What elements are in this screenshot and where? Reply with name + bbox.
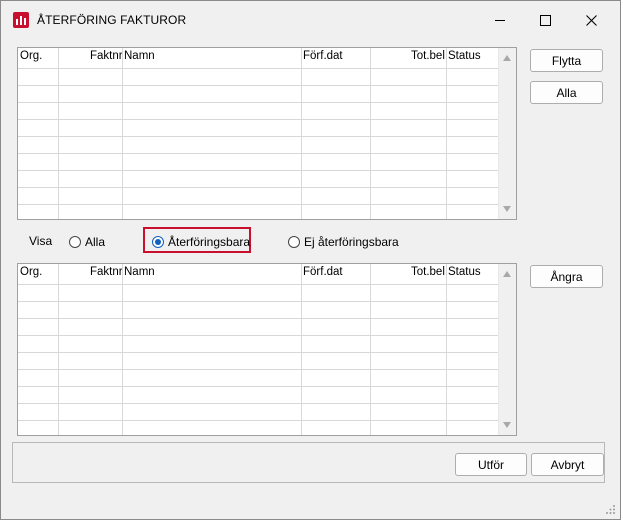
radio-aterforingsbara[interactable]: Återföringsbara xyxy=(152,235,250,249)
resize-grip-icon[interactable] xyxy=(606,505,616,515)
column-header-status[interactable]: Status xyxy=(448,50,481,62)
column-header-org[interactable]: Org. xyxy=(20,266,42,278)
column-divider xyxy=(370,48,371,219)
row-divider xyxy=(18,335,500,336)
column-divider xyxy=(370,264,371,435)
bottom-invoice-table[interactable]: Org. Faktnr Namn Förf.dat Tot.bel Status xyxy=(17,263,517,436)
filter-label: Visa xyxy=(29,234,53,248)
row-divider xyxy=(18,68,500,69)
column-header-faktnr[interactable]: Faktnr xyxy=(90,50,123,62)
column-divider xyxy=(58,48,59,219)
top-table-scrollbar[interactable] xyxy=(498,48,516,219)
row-divider xyxy=(18,85,500,86)
radio-ej-aterforingsbara-label[interactable]: Ej återföringsbara xyxy=(304,235,399,249)
close-icon[interactable] xyxy=(568,1,614,39)
column-header-org[interactable]: Org. xyxy=(20,50,42,62)
row-divider xyxy=(18,119,500,120)
column-divider xyxy=(122,264,123,435)
column-divider xyxy=(58,264,59,435)
row-divider xyxy=(18,301,500,302)
minimize-icon[interactable] xyxy=(477,1,523,39)
app-icon xyxy=(13,12,29,28)
radio-unchecked-icon[interactable] xyxy=(288,236,300,248)
maximize-icon[interactable] xyxy=(522,1,568,39)
radio-ej-aterforingsbara[interactable]: Ej återföringsbara xyxy=(288,235,399,249)
scroll-up-icon[interactable] xyxy=(503,55,511,61)
column-header-totbel[interactable]: Tot.bel xyxy=(411,50,445,62)
column-divider xyxy=(446,48,447,219)
radio-checked-icon[interactable] xyxy=(152,236,164,248)
row-divider xyxy=(18,403,500,404)
row-divider xyxy=(18,352,500,353)
row-divider xyxy=(18,102,500,103)
row-divider xyxy=(18,284,500,285)
column-header-forfdat[interactable]: Förf.dat xyxy=(303,50,343,62)
column-divider xyxy=(301,264,302,435)
column-header-faktnr[interactable]: Faktnr xyxy=(90,266,123,278)
row-divider xyxy=(18,318,500,319)
top-invoice-table[interactable]: Org. Faktnr Namn Förf.dat Tot.bel Status xyxy=(17,47,517,220)
scroll-up-icon[interactable] xyxy=(503,271,511,277)
radio-unchecked-icon[interactable] xyxy=(69,236,81,248)
radio-alla-label[interactable]: Alla xyxy=(85,235,105,249)
row-divider xyxy=(18,187,500,188)
row-divider xyxy=(18,369,500,370)
row-divider xyxy=(18,420,500,421)
execute-button[interactable]: Utför xyxy=(455,453,527,476)
column-header-forfdat[interactable]: Förf.dat xyxy=(303,266,343,278)
column-divider xyxy=(122,48,123,219)
row-divider xyxy=(18,386,500,387)
move-button[interactable]: Flytta xyxy=(530,49,603,72)
column-divider xyxy=(446,264,447,435)
radio-aterforingsbara-label[interactable]: Återföringsbara xyxy=(168,235,250,249)
column-header-totbel[interactable]: Tot.bel xyxy=(411,266,445,278)
column-header-namn[interactable]: Namn xyxy=(124,50,155,62)
dialog-window: ÅTERFÖRING FAKTUROR Org. Faktnr Namn För… xyxy=(0,0,621,520)
row-divider xyxy=(18,204,500,205)
column-header-namn[interactable]: Namn xyxy=(124,266,155,278)
title-bar[interactable]: ÅTERFÖRING FAKTUROR xyxy=(1,1,620,39)
bottom-table-scrollbar[interactable] xyxy=(498,264,516,435)
undo-button[interactable]: Ångra xyxy=(530,265,603,288)
column-header-status[interactable]: Status xyxy=(448,266,481,278)
row-divider xyxy=(18,136,500,137)
cancel-button[interactable]: Avbryt xyxy=(531,453,604,476)
window-title: ÅTERFÖRING FAKTUROR xyxy=(37,13,187,27)
row-divider xyxy=(18,170,500,171)
scroll-down-icon[interactable] xyxy=(503,206,511,212)
row-divider xyxy=(18,153,500,154)
radio-alla[interactable]: Alla xyxy=(69,235,105,249)
column-divider xyxy=(301,48,302,219)
all-button[interactable]: Alla xyxy=(530,81,603,104)
scroll-down-icon[interactable] xyxy=(503,422,511,428)
